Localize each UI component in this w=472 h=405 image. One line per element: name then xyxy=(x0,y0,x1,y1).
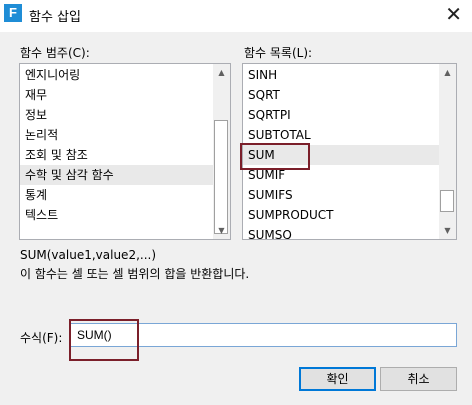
function-scrollbar[interactable]: ▲ ▼ xyxy=(439,64,456,239)
list-item[interactable]: SUMSQ xyxy=(243,225,456,239)
up-arrow-icon[interactable]: ▲ xyxy=(213,64,230,81)
list-item[interactable]: SINH xyxy=(243,65,456,85)
list-item[interactable]: SQRTPI xyxy=(243,105,456,125)
close-icon[interactable]: ✕ xyxy=(445,3,462,25)
formula-label: 수식(F): xyxy=(20,331,63,345)
category-label: 함수 범주(C): xyxy=(20,46,90,60)
category-scrollbar[interactable]: ▲ ▼ xyxy=(213,64,230,239)
ok-button[interactable]: 확인 xyxy=(299,367,376,391)
list-item[interactable]: 수학 및 삼각 함수 xyxy=(20,165,230,185)
category-listbox[interactable]: 엔지니어링 재무 정보 논리적 조회 및 참조 수학 및 삼각 함수 통계 텍스트 ▲ ▼ xyxy=(19,63,231,240)
list-item[interactable]: 조회 및 참조 xyxy=(20,145,230,165)
function-list-label: 함수 목록(L): xyxy=(244,46,313,60)
list-item[interactable]: SUMIFS xyxy=(243,185,456,205)
app-icon: F xyxy=(4,4,22,22)
list-item[interactable]: 엔지니어링 xyxy=(20,65,230,85)
function-description: 이 함수는 셀 또는 셀 범위의 합을 반환합니다. xyxy=(20,267,250,281)
list-item[interactable]: SUMIF xyxy=(243,165,456,185)
list-item[interactable]: SUM xyxy=(243,145,456,165)
list-item[interactable]: 통계 xyxy=(20,185,230,205)
window-title: 함수 삽입 xyxy=(29,10,81,25)
list-item[interactable]: SQRT xyxy=(243,85,456,105)
function-syntax: SUM(value1,value2,...) xyxy=(20,248,157,262)
scroll-thumb[interactable] xyxy=(214,120,228,234)
list-item[interactable]: 텍스트 xyxy=(20,205,230,225)
function-listbox[interactable]: SINH SQRT SQRTPI SUBTOTAL SUM SUMIF SUMIFS SUMP… xyxy=(242,63,457,240)
down-arrow-icon[interactable]: ▼ xyxy=(439,222,456,239)
formula-input[interactable]: SUM() xyxy=(70,323,457,347)
list-item[interactable]: 재무 xyxy=(20,85,230,105)
up-arrow-icon[interactable]: ▲ xyxy=(439,64,456,81)
list-item[interactable]: SUBTOTAL xyxy=(243,125,456,145)
cancel-button[interactable]: 취소 xyxy=(380,367,457,391)
scroll-thumb[interactable] xyxy=(440,190,454,212)
down-arrow-icon[interactable]: ▼ xyxy=(213,222,230,239)
list-item[interactable]: 논리적 xyxy=(20,125,230,145)
list-item[interactable]: 정보 xyxy=(20,105,230,125)
list-item[interactable]: SUMPRODUCT xyxy=(243,205,456,225)
title-bar: F 함수 삽입 ✕ xyxy=(0,0,472,32)
